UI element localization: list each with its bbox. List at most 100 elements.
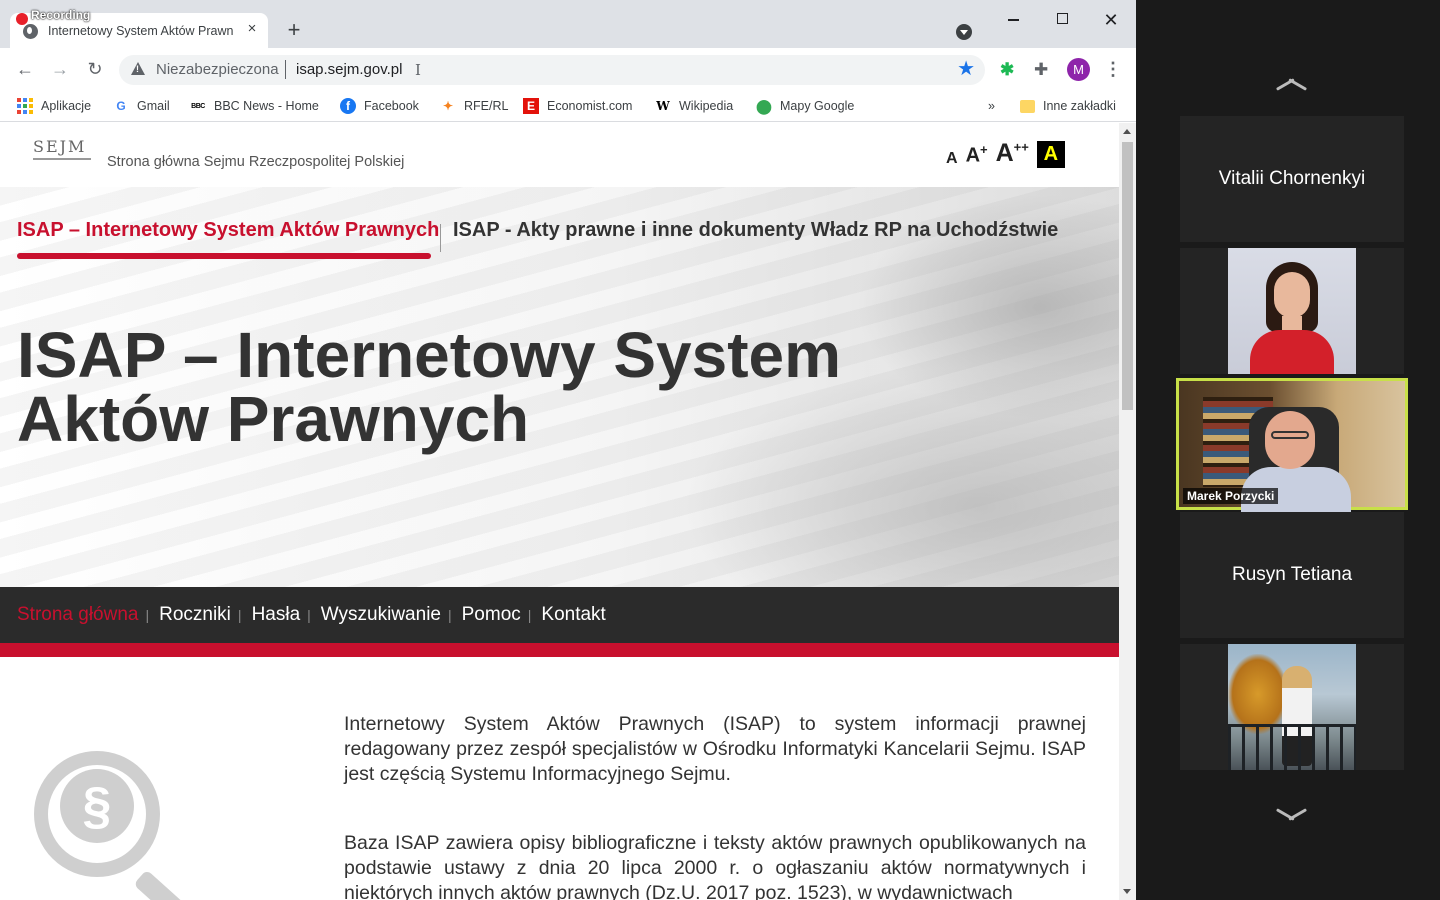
bookmark-bbc[interactable]: BBC BBC News - Home xyxy=(190,96,319,116)
bookmark-economist[interactable]: E Economist.com xyxy=(523,96,632,116)
bookmark-star-icon[interactable]: ★ xyxy=(957,58,975,80)
puzzle-icon[interactable]: ✚ xyxy=(1034,61,1052,79)
chevron-up-icon[interactable] xyxy=(1274,72,1304,86)
page-scrollbar[interactable] xyxy=(1119,123,1136,900)
participant-name: Vitalii Chornenkyi xyxy=(1218,168,1366,189)
participant-tile-active-speaker[interactable]: Marek Porzycki xyxy=(1176,378,1408,517)
nav-item-yearbooks[interactable]: Roczniki | xyxy=(159,604,251,626)
participant-name: Rusyn Tetiana xyxy=(1231,564,1353,585)
bookmark-maps[interactable]: ⬤ Mapy Google xyxy=(756,96,854,116)
font-size-large-button[interactable]: A++ xyxy=(996,139,1029,168)
video-jacket xyxy=(1250,330,1334,374)
magnifier-paragraph-icon: § xyxy=(34,751,204,900)
magnifier-handle xyxy=(133,869,199,900)
font-size-controls: A A+ A++ A xyxy=(946,139,1065,168)
bookmark-label: Facebook xyxy=(364,99,419,113)
bookmark-label: Mapy Google xyxy=(780,99,855,113)
globe-favicon-icon xyxy=(23,24,38,39)
font-size-small-button[interactable]: A xyxy=(946,150,958,168)
tab-isap[interactable]: ISAP – Internetowy System Aktów Prawnych xyxy=(17,219,439,242)
tab-title: Internetowy System Aktów Prawn xyxy=(48,24,234,38)
nav-item-home[interactable]: Strona główna | xyxy=(17,604,159,626)
bookmark-facebook[interactable]: f Facebook xyxy=(340,96,419,116)
folder-icon xyxy=(1020,99,1035,113)
nav-item-contact[interactable]: Kontakt xyxy=(541,604,605,626)
tab-emigration-acts[interactable]: ISAP - Akty prawne i inne dokumenty Wład… xyxy=(453,219,1058,242)
database-paragraph: Baza ISAP zawiera opisy bibliograficzne … xyxy=(344,832,1086,900)
url-text[interactable]: isap.sejm.gov.pl xyxy=(296,61,402,78)
nav-separator: | xyxy=(527,607,532,623)
chevron-down-icon[interactable] xyxy=(1274,812,1304,826)
bookmark-label: Inne zakładki xyxy=(1043,99,1116,113)
bookmark-label: Economist.com xyxy=(547,99,633,113)
logo-underline xyxy=(33,158,91,160)
minimize-button[interactable] xyxy=(1001,8,1025,32)
scroll-down-arrow-icon[interactable] xyxy=(1123,889,1131,894)
hero-title: ISAP – Internetowy System Aktów Prawnych xyxy=(17,323,917,451)
profile-avatar[interactable]: M xyxy=(1067,58,1090,81)
bookmarks-overflow[interactable]: » xyxy=(988,96,995,116)
scrollbar-thumb[interactable] xyxy=(1122,142,1133,410)
nav-label: Hasła xyxy=(251,604,301,625)
bookmark-label: Gmail xyxy=(137,99,170,113)
maximize-icon xyxy=(1056,13,1068,24)
nav-item-keywords[interactable]: Hasła | xyxy=(252,604,321,626)
logo-text: SEJM xyxy=(33,137,87,156)
bookmark-other-folder[interactable]: Inne zakładki xyxy=(1020,96,1116,116)
nav-separator: | xyxy=(447,607,452,623)
kebab-menu-icon[interactable]: ⋮ xyxy=(1104,57,1122,81)
reload-icon[interactable]: ↻ xyxy=(83,57,107,81)
address-bar[interactable]: Niezabezpieczona isap.sejm.gov.pl I ★ xyxy=(119,55,985,85)
extension-icon[interactable]: ✱ xyxy=(1000,61,1018,79)
bookmark-apps[interactable]: Aplikacje xyxy=(17,96,91,116)
recording-label: Recording xyxy=(31,8,91,22)
participant-tile[interactable]: Rusyn Tetiana xyxy=(1180,512,1404,638)
nav-item-help[interactable]: Pomoc | xyxy=(462,604,542,626)
maximize-button[interactable] xyxy=(1050,8,1074,32)
tab-close-icon[interactable]: × xyxy=(244,21,260,37)
recording-dot-icon xyxy=(16,13,28,25)
bookmark-label: BBC News - Home xyxy=(214,99,319,113)
web-page: SEJM Strona główna Sejmu Rzeczpospolitej… xyxy=(0,123,1119,900)
bookmark-rferl[interactable]: ✦ RFE/RL xyxy=(440,96,508,116)
sejm-logo[interactable]: SEJM xyxy=(33,137,93,177)
participant-video xyxy=(1228,644,1356,770)
minimize-icon xyxy=(1007,19,1019,21)
facebook-icon: f xyxy=(340,98,356,114)
active-tab-underline xyxy=(17,253,431,259)
bookmark-wikipedia[interactable]: W Wikipedia xyxy=(655,96,733,116)
participant-name: Marek Porzycki xyxy=(1183,488,1279,504)
font-size-small-label: A xyxy=(946,150,958,167)
back-arrow-icon[interactable]: ← xyxy=(13,57,37,81)
nav-label: Strona główna xyxy=(17,604,139,625)
tab-separator xyxy=(440,224,441,252)
security-label[interactable]: Niezabezpieczona xyxy=(156,61,279,78)
map-pin-icon: ⬤ xyxy=(756,97,772,114)
rferl-icon: ✦ xyxy=(442,99,454,113)
wikipedia-icon: W xyxy=(656,99,670,113)
tab-search-icon[interactable] xyxy=(956,24,972,40)
video-face xyxy=(1274,272,1310,318)
participant-tile[interactable] xyxy=(1180,248,1404,374)
bookmark-gmail[interactable]: G Gmail xyxy=(113,96,170,116)
bookmarks-bar: Aplikacje G Gmail BBC BBC News - Home f … xyxy=(0,90,1136,122)
window-close-button[interactable]: ✕ xyxy=(1099,8,1123,32)
forward-arrow-icon[interactable]: → xyxy=(48,57,72,81)
participant-video: Marek Porzycki xyxy=(1179,381,1405,517)
nav-label: Pomoc xyxy=(461,604,521,625)
new-tab-button[interactable]: + xyxy=(283,19,305,41)
nav-item-search[interactable]: Wyszukiwanie | xyxy=(321,604,462,626)
site-header-title[interactable]: Strona główna Sejmu Rzeczpospolitej Pols… xyxy=(107,154,404,170)
font-size-medium-button[interactable]: A+ xyxy=(966,142,988,168)
browser-window: Recording Internetowy System Aktów Prawn… xyxy=(0,0,1136,900)
warning-icon[interactable] xyxy=(131,62,145,75)
scroll-up-arrow-icon[interactable] xyxy=(1123,129,1131,134)
recording-indicator: Recording xyxy=(16,8,90,25)
video-gallery-panel: Vitalii Chornenkyi Marek Porzycki Rusyn … xyxy=(1136,0,1440,900)
hero-banner: ISAP – Internetowy System Aktów Prawnych… xyxy=(0,187,1119,587)
participant-tile[interactable]: Vitalii Chornenkyi xyxy=(1180,116,1404,242)
high-contrast-button[interactable]: A xyxy=(1036,141,1065,168)
participant-tile[interactable] xyxy=(1180,644,1404,770)
video-tree xyxy=(1228,654,1288,734)
site-header: SEJM Strona główna Sejmu Rzeczpospolitej… xyxy=(0,123,1119,187)
